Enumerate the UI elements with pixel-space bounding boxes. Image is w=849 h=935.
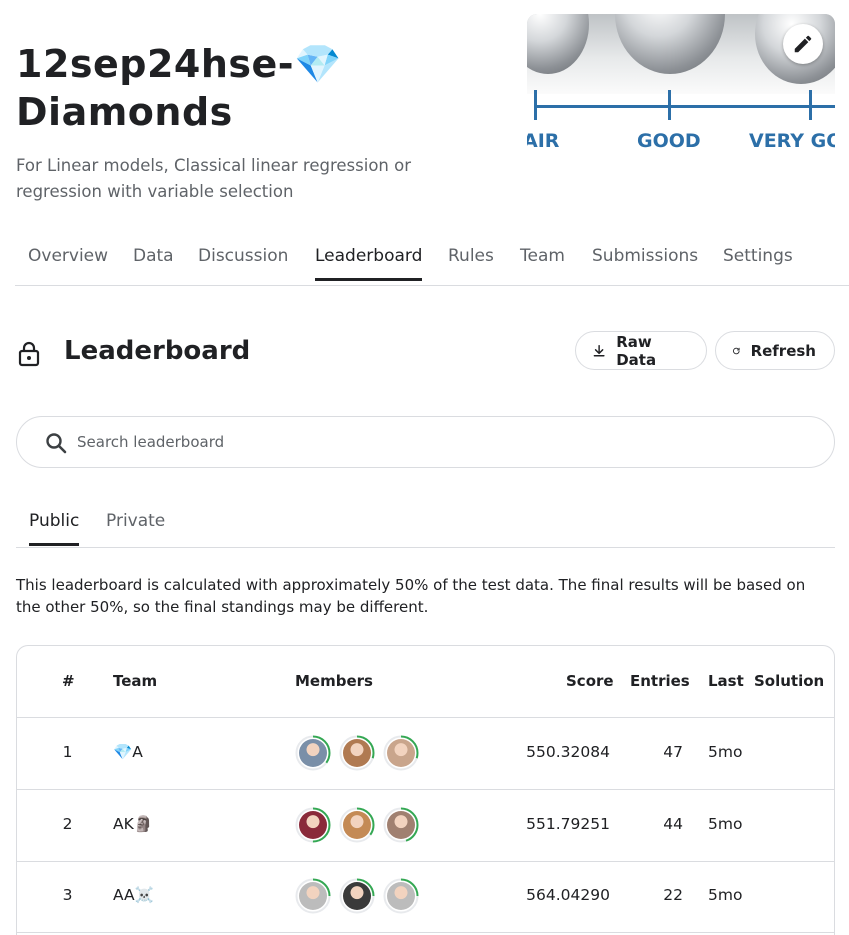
competition-subtitle: For Linear models, Classical linear regr… (16, 156, 412, 201)
column-header-score[interactable]: Score (566, 672, 614, 690)
column-header-entries: Entries (630, 672, 690, 690)
grade-scale-line (535, 105, 835, 108)
member-avatar[interactable] (339, 735, 375, 771)
search-input[interactable] (77, 429, 777, 455)
leaderboard-subtabs: Public Private (16, 500, 835, 548)
search-icon (46, 433, 67, 454)
lock-icon (18, 341, 40, 367)
member-avatar[interactable] (295, 807, 331, 843)
entries-cell: 47 (663, 743, 683, 761)
last-submission-cell: 5mo (708, 743, 743, 761)
avatar-person-icon (299, 739, 327, 767)
table-header: # Team Members Score Entries Last Soluti… (17, 646, 834, 718)
member-avatar[interactable] (383, 807, 419, 843)
column-header-solution: Solution (754, 672, 825, 690)
tab-private[interactable]: Private (106, 511, 165, 545)
raw-data-label: Raw Data (616, 332, 657, 369)
entries-cell: 44 (663, 814, 683, 833)
leaderboard-title: Leaderboard (64, 336, 251, 366)
member-avatar[interactable] (383, 735, 419, 771)
member-avatar[interactable] (295, 878, 331, 914)
competition-tabs: Overview Data Discussion Leaderboard Rul… (15, 240, 849, 286)
leaderboard-table: # Team Members Score Entries Last Soluti… (16, 645, 835, 935)
edit-banner-button[interactable] (783, 24, 823, 64)
table-row[interactable]: 3 AA☠️ 564.04290 22 5mo (17, 861, 834, 933)
tab-overview[interactable]: Overview (28, 246, 108, 280)
member-avatar[interactable] (339, 807, 375, 843)
last-submission-cell: 5mo (708, 886, 743, 904)
avatar-person-icon (343, 882, 371, 910)
tab-submissions[interactable]: Submissions (592, 246, 698, 280)
grade-label: GOOD (637, 130, 701, 152)
search-bar (16, 416, 835, 468)
score-cell: 551.79251 (526, 814, 610, 833)
rank-cell: 1 (62, 743, 73, 761)
tab-leaderboard[interactable]: Leaderboard (315, 246, 423, 281)
tab-data[interactable]: Data (133, 246, 174, 280)
table-row[interactable]: 2 AK🗿 551.79251 44 5mo (17, 790, 834, 862)
tab-public[interactable]: Public (29, 511, 80, 546)
last-submission-cell: 5mo (708, 814, 743, 833)
grade-scale-tick (534, 90, 537, 120)
column-header-rank: # (62, 672, 75, 690)
avatar-default-icon (387, 882, 415, 910)
table-row[interactable]: 1 💎A 550.32084 47 5mo (17, 718, 834, 790)
leaderboard-notice: This leaderboard is calculated with appr… (16, 576, 806, 616)
rank-cell: 3 (62, 886, 73, 904)
pencil-icon (794, 35, 812, 53)
download-icon (593, 344, 605, 356)
rank-cell: 2 (62, 814, 73, 833)
member-avatar[interactable] (295, 735, 331, 771)
tab-discussion[interactable]: Discussion (198, 246, 288, 280)
tab-rules[interactable]: Rules (448, 246, 494, 280)
avatar-person-icon (387, 739, 415, 767)
grade-label: VERY GO (749, 130, 835, 152)
avatar-person-icon (343, 739, 371, 767)
diamond-image (615, 14, 725, 74)
grade-scale-tick (809, 90, 812, 120)
refresh-button[interactable]: Refresh (715, 331, 835, 370)
avatar-person-icon (387, 810, 415, 839)
competition-title: 12sep24hse-💎 Diamonds (16, 42, 342, 134)
score-cell: 550.32084 (526, 743, 610, 761)
avatar-person-icon (343, 810, 371, 839)
score-cell: 564.04290 (526, 886, 610, 904)
member-avatar[interactable] (339, 878, 375, 914)
team-name[interactable]: AA☠️ (113, 886, 154, 904)
refresh-icon (733, 347, 740, 354)
team-name[interactable]: AK🗿 (113, 815, 153, 833)
competition-banner: AIR GOOD VERY GO (527, 14, 835, 160)
entries-cell: 22 (663, 886, 683, 904)
column-header-team: Team (113, 672, 158, 690)
raw-data-button[interactable]: Raw Data (575, 331, 707, 370)
refresh-label: Refresh (750, 341, 816, 360)
avatar-person-icon (299, 810, 327, 839)
column-header-last: Last (708, 672, 744, 690)
column-header-members: Members (295, 672, 373, 690)
tab-team[interactable]: Team (520, 246, 565, 280)
member-avatar[interactable] (383, 878, 419, 914)
team-name[interactable]: 💎A (113, 743, 143, 761)
avatar-default-icon (299, 882, 327, 910)
grade-label: AIR (527, 130, 560, 152)
tab-settings[interactable]: Settings (723, 246, 793, 280)
grade-scale-tick (668, 90, 671, 120)
diamond-image (527, 14, 589, 74)
